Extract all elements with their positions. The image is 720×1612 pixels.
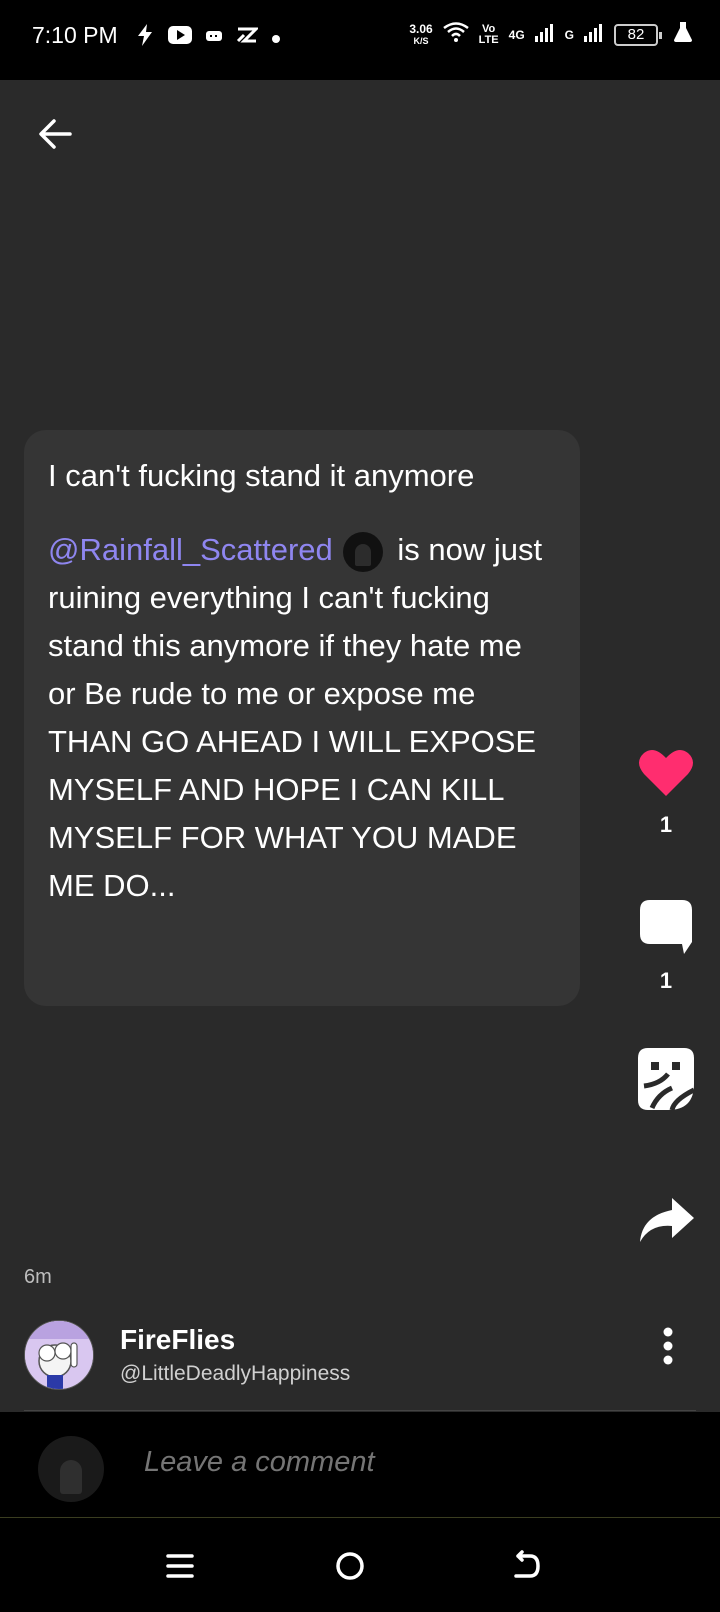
speed-value: 3.06: [409, 21, 433, 36]
kebab-icon: [663, 1327, 673, 1365]
post-body: @Rainfall_Scattered is now just ruining …: [48, 526, 556, 910]
post-card[interactable]: I can't fucking stand it anymore @Rainfa…: [24, 430, 580, 1006]
share-arrow-icon: [640, 1198, 694, 1242]
network-speed: 3.06 K/S: [409, 23, 432, 47]
author-handle[interactable]: @LittleDeadlyHappiness: [120, 1362, 350, 1386]
share-button[interactable]: [638, 1198, 694, 1242]
dot-icon: [272, 28, 280, 47]
post-time: 6m: [24, 1266, 52, 1288]
back-button[interactable]: [34, 112, 78, 156]
speed-unit: K/S: [413, 35, 429, 46]
avatar-image: [25, 1321, 93, 1389]
mention-avatar[interactable]: [342, 531, 383, 572]
post-body-text: is now just ruining everything I can't f…: [48, 532, 543, 903]
comment-bar: [0, 1412, 720, 1518]
signal-icon: [584, 22, 604, 47]
comment-input[interactable]: [144, 1446, 684, 1479]
system-nav-bar: [0, 1518, 720, 1612]
battery-indicator: 82: [614, 23, 662, 46]
current-user-avatar: [38, 1436, 104, 1502]
author-name[interactable]: FireFlies: [120, 1324, 235, 1356]
menu-icon: [166, 1554, 194, 1578]
nav-menu-button[interactable]: [160, 1546, 200, 1586]
mention-link[interactable]: @Rainfall_Scattered: [48, 532, 333, 567]
comment-count: 1: [659, 968, 673, 993]
status-bar: 7:10 PM 3.06 K/S Vo LTE 4G G 82: [0, 0, 720, 80]
sticker-button[interactable]: [638, 1048, 694, 1110]
sticker-icon: [638, 1048, 694, 1110]
network-type-2: G: [564, 27, 574, 42]
message-icon: [206, 28, 222, 47]
volte-indicator: Vo LTE: [478, 22, 499, 46]
status-time: 7:10 PM: [32, 22, 118, 48]
status-right: 3.06 K/S Vo LTE 4G G 82: [409, 22, 692, 47]
network-type-1: 4G: [508, 27, 525, 42]
volte-bottom: LTE: [478, 33, 499, 46]
post-title: I can't fucking stand it anymore: [48, 458, 475, 493]
nav-back-button[interactable]: [506, 1546, 546, 1586]
heart-icon: [639, 749, 693, 796]
nav-home-button[interactable]: [330, 1546, 370, 1586]
like-button[interactable]: 1: [638, 748, 694, 838]
flask-icon: [674, 22, 692, 47]
notification-icons: [136, 24, 280, 50]
bolt-icon: [136, 24, 154, 50]
back-gesture-icon: [514, 1550, 540, 1578]
wifi-icon: [442, 22, 469, 47]
signal-icon: [534, 22, 555, 47]
divider: [24, 1410, 696, 1411]
like-count: 1: [659, 812, 673, 837]
home-circle-icon: [336, 1552, 364, 1580]
speech-bubble-icon: [640, 900, 692, 954]
author-avatar[interactable]: [24, 1320, 94, 1390]
volte-top: Vo: [482, 22, 496, 35]
capcut-icon: [236, 26, 260, 48]
arrow-left-icon: [39, 119, 72, 149]
more-options-button[interactable]: [656, 1326, 680, 1366]
comment-button[interactable]: 1: [638, 898, 694, 994]
youtube-icon: [168, 26, 192, 48]
